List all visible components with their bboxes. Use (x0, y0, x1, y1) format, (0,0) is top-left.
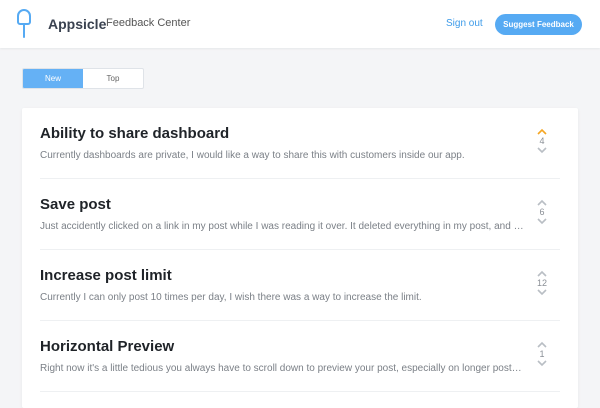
app-header: Appsicle Feedback Center Sign out Sugges… (0, 0, 600, 48)
feedback-item[interactable]: Horizontal Preview Right now it's a litt… (40, 321, 560, 392)
page-subtitle: Feedback Center (106, 17, 191, 29)
sign-out-link[interactable]: Sign out (446, 18, 483, 29)
vote-control: 6 (532, 199, 552, 225)
feedback-title[interactable]: Horizontal Preview (40, 338, 174, 355)
suggest-feedback-button[interactable]: Suggest Feedback (495, 14, 582, 35)
upvote-chevron-up-icon[interactable] (537, 128, 547, 135)
upvote-chevron-up-icon[interactable] (537, 341, 547, 348)
tab-top[interactable]: Top (83, 69, 143, 88)
popsicle-icon[interactable] (16, 9, 32, 39)
feedback-item[interactable]: Increase post limit Currently I can only… (40, 250, 560, 321)
vote-count: 6 (539, 207, 545, 217)
tab-new[interactable]: New (23, 69, 83, 88)
feedback-title[interactable]: Ability to share dashboard (40, 125, 229, 142)
feedback-item[interactable]: Ability to share dashboard Currently das… (40, 108, 560, 179)
downvote-chevron-down-icon[interactable] (537, 289, 547, 296)
vote-count: 1 (539, 349, 545, 359)
feedback-title[interactable]: Increase post limit (40, 267, 172, 284)
feedback-description: Right now it's a little tedious you alwa… (40, 363, 526, 374)
vote-count: 4 (539, 136, 545, 146)
feedback-list: Ability to share dashboard Currently das… (22, 108, 578, 408)
vote-control: 1 (532, 341, 552, 367)
upvote-chevron-up-icon[interactable] (537, 270, 547, 277)
feedback-title[interactable]: Save post (40, 196, 111, 213)
sort-tabs: New Top (22, 68, 144, 89)
downvote-chevron-down-icon[interactable] (537, 218, 547, 225)
vote-control: 12 (532, 270, 552, 296)
feedback-description: Just accidently clicked on a link in my … (40, 221, 526, 232)
upvote-chevron-up-icon[interactable] (537, 199, 547, 206)
downvote-chevron-down-icon[interactable] (537, 147, 547, 154)
vote-control: 4 (532, 128, 552, 154)
feedback-description: Currently dashboards are private, I woul… (40, 150, 465, 161)
downvote-chevron-down-icon[interactable] (537, 360, 547, 367)
vote-count: 12 (536, 278, 547, 288)
feedback-item[interactable]: Save post Just accidently clicked on a l… (40, 179, 560, 250)
brand-name: Appsicle (48, 16, 107, 32)
feedback-description: Currently I can only post 10 times per d… (40, 292, 422, 303)
